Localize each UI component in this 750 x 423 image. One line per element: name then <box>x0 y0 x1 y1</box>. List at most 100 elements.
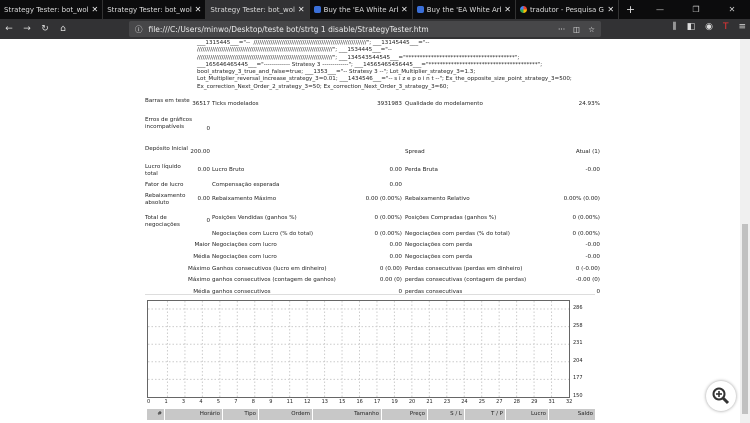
more-icon[interactable]: ··· <box>558 25 565 34</box>
column-header: Preço <box>382 409 427 420</box>
tab-title: Buy the 'EA White Arbitra <box>426 5 501 14</box>
column-header: T / P <box>465 409 505 420</box>
stat-cell: 0 (0.00%) <box>374 231 402 237</box>
stat-cell: Máximo <box>188 277 210 283</box>
stat-cell: 0 (0.00%) <box>572 231 600 237</box>
stat-cell: 0 <box>206 218 210 224</box>
stat-cell: 0 (0.00) <box>379 266 402 272</box>
home-icon[interactable]: ⌂ <box>54 24 72 34</box>
stat-cell: -0.00 <box>585 242 600 248</box>
stat-cell: 0.00 <box>389 182 402 188</box>
x-tick-label: 3 <box>181 399 186 405</box>
column-header: Horário <box>165 409 222 420</box>
browser-tab[interactable]: Strategy Tester: bot_wolfzeac✕ <box>206 0 310 19</box>
tab-title: Strategy Tester: bot_wolfzeac <box>4 5 88 14</box>
stat-cell: 0.00% (0.00) <box>563 196 600 202</box>
y-tick-label: 204 <box>573 357 583 364</box>
stat-cell: Posições Compradas (ganhos %) <box>405 215 497 221</box>
x-tick-label: 29 <box>531 399 538 405</box>
stat-cell: 0 <box>206 126 210 132</box>
report-page: ___1315445___="-- //////////////////////… <box>0 39 740 423</box>
url-bar[interactable]: ⓘ file:///C:/Users/minwo/Desktop/teste b… <box>129 21 601 37</box>
stat-cell: ganhos consecutivos (contagem de ganhos) <box>212 277 336 283</box>
url-text[interactable]: file:///C:/Users/minwo/Desktop/teste bot… <box>149 25 429 34</box>
stat-cell: Maior <box>194 242 210 248</box>
stat-cell: 0.00 <box>389 242 402 248</box>
close-tab-icon[interactable]: ✕ <box>298 5 305 14</box>
stat-cell: 0 (-0.00) <box>575 266 600 272</box>
y-tick-label: 177 <box>573 375 583 382</box>
browser-tab[interactable]: Buy the 'EA White Arbitra✕ <box>413 0 516 19</box>
tab-title: Strategy Tester: bot_wolfzeac <box>107 5 191 14</box>
menu-icon[interactable]: ≡ <box>738 22 746 32</box>
extension-icon[interactable]: T <box>723 22 729 32</box>
stat-cell: Posições Vendidas (ganhos %) <box>212 215 297 221</box>
column-header: Tipo <box>223 409 258 420</box>
browser-tab[interactable]: Buy the 'EA White Arbitra✕ <box>310 0 413 19</box>
stat-cell: -0.00 <box>585 167 600 173</box>
back-icon[interactable]: ← <box>0 24 18 34</box>
x-tick-label: 25 <box>478 399 486 405</box>
stat-cell: -0.00 <box>585 254 600 260</box>
x-tick-label: 13 <box>321 399 328 405</box>
x-tick-label: 9 <box>269 399 273 405</box>
mql5-icon <box>313 6 321 13</box>
stat-cell: Negociações com Lucro (% do total) <box>212 231 314 237</box>
close-tab-icon[interactable]: ✕ <box>607 5 614 14</box>
new-tab-button[interactable]: + <box>619 0 642 19</box>
browser-tab[interactable]: Strategy Tester: bot_wolfzeac ✕ <box>103 0 207 19</box>
stat-cell: 0.00 <box>389 254 402 260</box>
x-tick-label: 12 <box>304 399 311 405</box>
x-tick-label: 24 <box>461 399 468 405</box>
stat-cell: -0.00 (0) <box>575 277 600 283</box>
close-tab-icon[interactable]: ✕ <box>504 5 511 14</box>
trades-table-header: # Horário Tipo Ordem Tamanho Preço S / LT / PL… <box>147 409 597 420</box>
zoom-button[interactable] <box>706 381 736 411</box>
stat-cell: Negociações com perda <box>405 242 473 248</box>
close-window-icon[interactable]: ✕ <box>714 0 750 19</box>
sidebar-icon[interactable]: ◧ <box>687 22 696 32</box>
stat-cell: 0.00 (0) <box>379 277 402 283</box>
stat-cell: Perdas consecutivas (perdas em dinheiro) <box>405 266 523 272</box>
close-tab-icon[interactable]: ✕ <box>91 5 98 14</box>
library-icon[interactable]: ⫼ <box>672 22 676 32</box>
bookmark-star-icon[interactable]: ☆ <box>588 25 595 34</box>
parameters-text: ___1315445___="-- //////////////////////… <box>197 40 572 90</box>
y-tick-label: 258 <box>573 322 583 329</box>
account-icon[interactable]: ◉ <box>705 22 713 32</box>
stat-cell: 200.00 <box>190 149 210 155</box>
stat-cell: Lucro Bruto <box>212 167 245 173</box>
stat-cell: 0.00 (0.00%) <box>365 196 402 202</box>
column-header: # <box>147 409 164 420</box>
stat-cell: perdas consecutivas (contagem de perdas) <box>405 277 527 283</box>
stat-cell: Ticks modelados <box>212 101 259 107</box>
x-tick-label: 8 <box>251 399 255 405</box>
browser-tab[interactable]: tradutor - Pesquisa Goog✕ <box>516 0 620 19</box>
forward-icon[interactable]: → <box>18 24 36 34</box>
x-tick-label: 28 <box>513 399 520 405</box>
reload-icon[interactable]: ↻ <box>36 24 54 34</box>
stat-cell: Compensação esperada <box>212 182 280 188</box>
x-tick-label: 20 <box>408 399 416 405</box>
stat-cell: 3931983 <box>377 101 402 107</box>
scrollbar[interactable] <box>740 39 750 423</box>
stat-cell: Negociações com perda <box>405 254 473 260</box>
mql5-icon <box>416 6 424 13</box>
restore-icon[interactable]: ❐ <box>678 0 714 19</box>
x-tick-label: 11 <box>286 399 294 405</box>
stat-cell: 0 (0.00%) <box>572 215 600 221</box>
browser-tab[interactable]: Strategy Tester: bot_wolfzeac✕ <box>0 0 104 19</box>
close-tab-icon[interactable]: ✕ <box>195 5 202 14</box>
magnifier-plus-icon <box>712 387 730 405</box>
x-tick-label: 15 <box>339 399 346 405</box>
minimize-icon[interactable]: — <box>642 0 678 19</box>
close-tab-icon[interactable]: ✕ <box>401 5 408 14</box>
stat-cell: Fator de lucro <box>145 182 184 188</box>
info-icon[interactable]: ⓘ <box>135 24 143 35</box>
scrollbar-thumb[interactable] <box>742 224 748 414</box>
nav-bar: ← → ↻ ⌂ ⓘ file:///C:/Users/minwo/Desktop… <box>0 19 750 39</box>
stat-cell: Perda Bruta <box>405 167 438 173</box>
x-tick-label: 4 <box>199 399 203 405</box>
x-tick-label: 7 <box>234 399 238 405</box>
pocket-icon[interactable]: ◫ <box>573 25 580 34</box>
